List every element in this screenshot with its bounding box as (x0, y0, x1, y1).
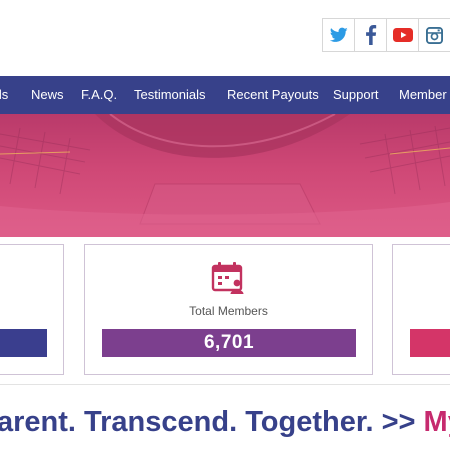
section-divider (0, 384, 450, 385)
youtube-icon (392, 28, 413, 42)
social-links (322, 18, 450, 52)
stat-card-left (0, 244, 64, 375)
nav-item-recent-payouts[interactable]: Recent Payouts (227, 76, 319, 114)
stat-value-bar: 6,701 (102, 329, 356, 357)
stat-card-right (392, 244, 450, 375)
hero-laptop-image (0, 114, 450, 237)
instagram-link[interactable] (418, 18, 450, 52)
facebook-icon (365, 25, 376, 45)
nav-item-news[interactable]: News (31, 76, 64, 114)
youtube-link[interactable] (386, 18, 419, 52)
nav-item-faq[interactable]: F.A.Q. (81, 76, 117, 114)
stat-bar-right (410, 329, 450, 357)
tagline-accent-link[interactable]: MyPa (424, 406, 450, 438)
stat-value: 6,701 (203, 332, 255, 353)
nav-item-testimonials[interactable]: Testimonials (134, 76, 206, 114)
calendar-user-icon (211, 262, 244, 294)
twitter-icon (329, 27, 348, 42)
stat-label: Total Members (189, 304, 268, 318)
instagram-icon (426, 26, 443, 44)
main-nav: ils News F.A.Q. Testimonials Recent Payo… (0, 76, 450, 114)
twitter-link[interactable] (322, 18, 355, 52)
stat-bar-left (0, 329, 47, 357)
tagline-main: arent. Transcend. Together. >> (0, 406, 424, 438)
hero-banner (0, 114, 450, 237)
nav-item-support[interactable]: Support (333, 76, 379, 114)
nav-item-details[interactable]: ils (0, 76, 8, 114)
page: ils News F.A.Q. Testimonials Recent Payo… (0, 0, 450, 450)
nav-item-members[interactable]: Member (399, 76, 447, 114)
tagline: arent. Transcend. Together. >> MyPa (0, 404, 450, 440)
stat-card-total-members: Total Members 6,701 (84, 244, 373, 375)
facebook-link[interactable] (354, 18, 387, 52)
